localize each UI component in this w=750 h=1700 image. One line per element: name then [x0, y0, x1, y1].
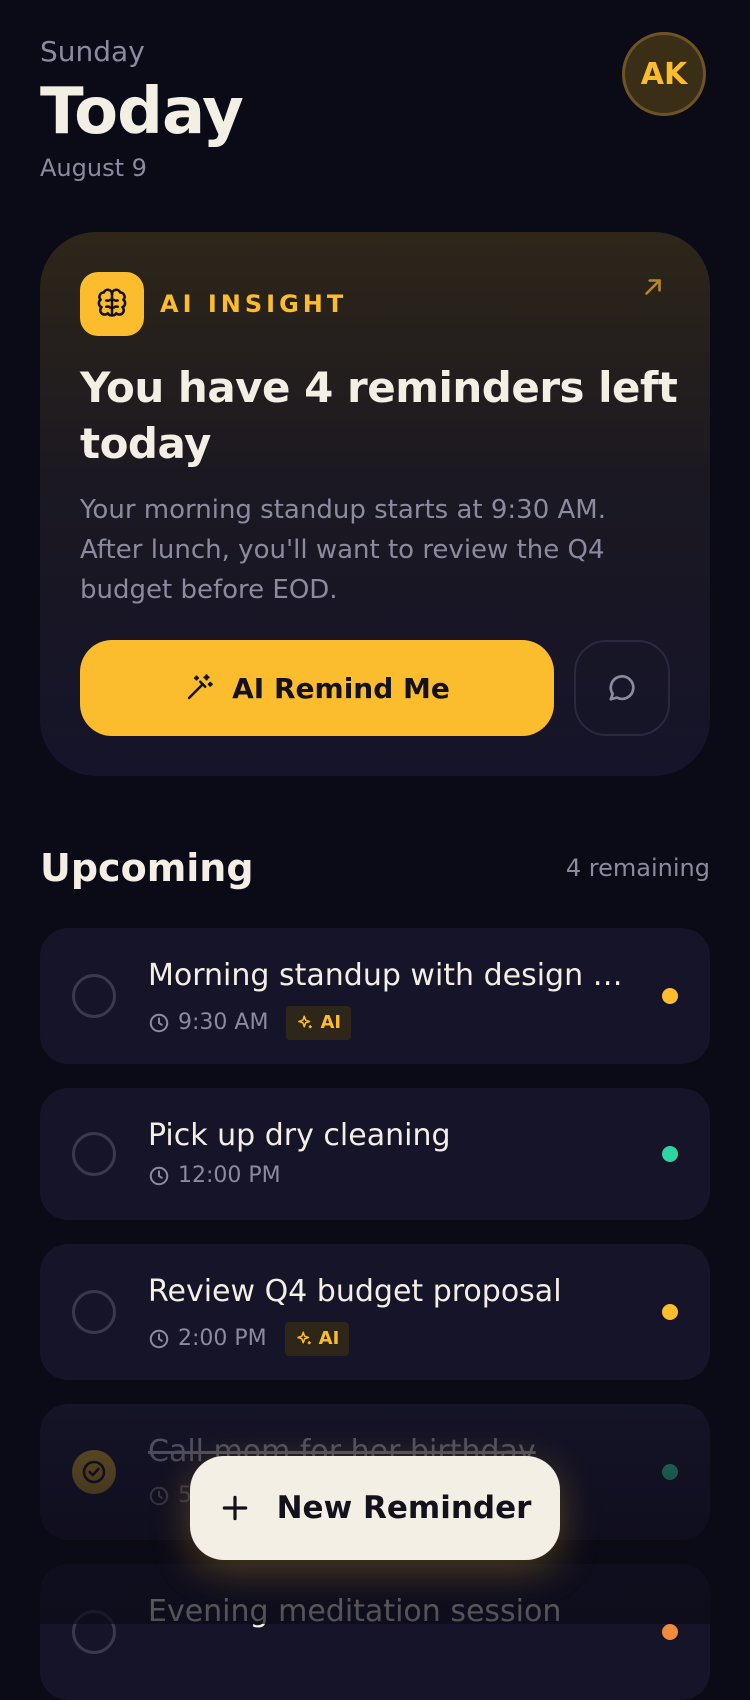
- avatar[interactable]: AK: [622, 32, 706, 116]
- reminder-item[interactable]: Review Q4 budget proposal 2:00 PM AI: [40, 1244, 710, 1380]
- upcoming-title: Upcoming: [40, 846, 254, 890]
- new-reminder-button[interactable]: New Reminder: [190, 1456, 560, 1560]
- clock-icon: [149, 1013, 169, 1033]
- priority-dot: [662, 1304, 678, 1320]
- chat-button[interactable]: [574, 640, 670, 736]
- priority-dot: [662, 1146, 678, 1162]
- priority-dot: [662, 1464, 678, 1480]
- magic-wand-icon: [184, 673, 214, 703]
- clock-icon: [149, 1329, 169, 1349]
- arrow-up-right-icon[interactable]: [640, 274, 666, 300]
- reminder-checkbox[interactable]: [72, 1290, 116, 1334]
- chat-bubble-icon: [604, 670, 640, 706]
- sparkle-icon: [296, 1331, 311, 1345]
- reminder-time: 9:30 AM: [178, 1010, 269, 1035]
- reminder-item[interactable]: Pick up dry cleaning 12:00 PM: [40, 1088, 710, 1220]
- priority-dot: [662, 1624, 678, 1640]
- new-reminder-label: New Reminder: [276, 1490, 532, 1526]
- sparkle-icon: [298, 1015, 313, 1029]
- insight-label: AI INSIGHT: [160, 290, 348, 318]
- reminder-checkbox[interactable]: [72, 974, 116, 1018]
- remaining-count: 4 remaining: [565, 854, 710, 882]
- ai-remind-me-button[interactable]: AI Remind Me: [80, 640, 554, 736]
- plus-icon: [219, 1492, 251, 1524]
- reminder-title: Morning standup with design te...: [148, 958, 628, 993]
- priority-dot: [662, 988, 678, 1004]
- ai-remind-me-label: AI Remind Me: [232, 671, 450, 705]
- ai-badge: AI: [286, 1006, 352, 1040]
- reminder-meta: 12:00 PM: [148, 1162, 281, 1190]
- brain-icon: [80, 272, 144, 336]
- reminder-checkbox-checked[interactable]: [72, 1450, 116, 1494]
- page-title: Today: [40, 75, 244, 149]
- check-icon: [82, 1460, 106, 1484]
- ai-badge-label: AI: [318, 1328, 340, 1349]
- page-header: Sunday Today August 9: [40, 35, 710, 183]
- reminder-checkbox[interactable]: [72, 1132, 116, 1176]
- reminder-item[interactable]: Evening meditation session: [40, 1564, 710, 1700]
- reminder-meta: 2:00 PM AI: [148, 1322, 350, 1356]
- clock-icon: [149, 1486, 169, 1506]
- reminder-meta: 9:30 AM AI: [148, 1006, 352, 1040]
- reminder-time: 12:00 PM: [178, 1163, 281, 1188]
- reminder-title: Pick up dry cleaning: [148, 1118, 451, 1153]
- day-label: Sunday: [40, 35, 145, 68]
- insight-headline: You have 4 reminders left today: [80, 363, 678, 468]
- reminder-meta: 5: [148, 1482, 192, 1510]
- reminder-title: Review Q4 budget proposal: [148, 1274, 562, 1309]
- clock-icon: [149, 1166, 169, 1186]
- insight-body: Your morning standup starts at 9:30 AM. …: [80, 495, 606, 605]
- reminder-time: 2:00 PM: [178, 1326, 267, 1351]
- ai-badge-label: AI: [320, 1012, 342, 1033]
- reminder-title: Evening meditation session: [148, 1594, 562, 1629]
- ai-badge: AI: [284, 1322, 350, 1356]
- reminder-checkbox[interactable]: [72, 1610, 116, 1654]
- ai-insight-card: AI INSIGHT You have 4 reminders left tod…: [40, 232, 710, 776]
- date-label: August 9: [40, 154, 147, 182]
- reminder-item[interactable]: Morning standup with design te... 9:30 A…: [40, 928, 710, 1064]
